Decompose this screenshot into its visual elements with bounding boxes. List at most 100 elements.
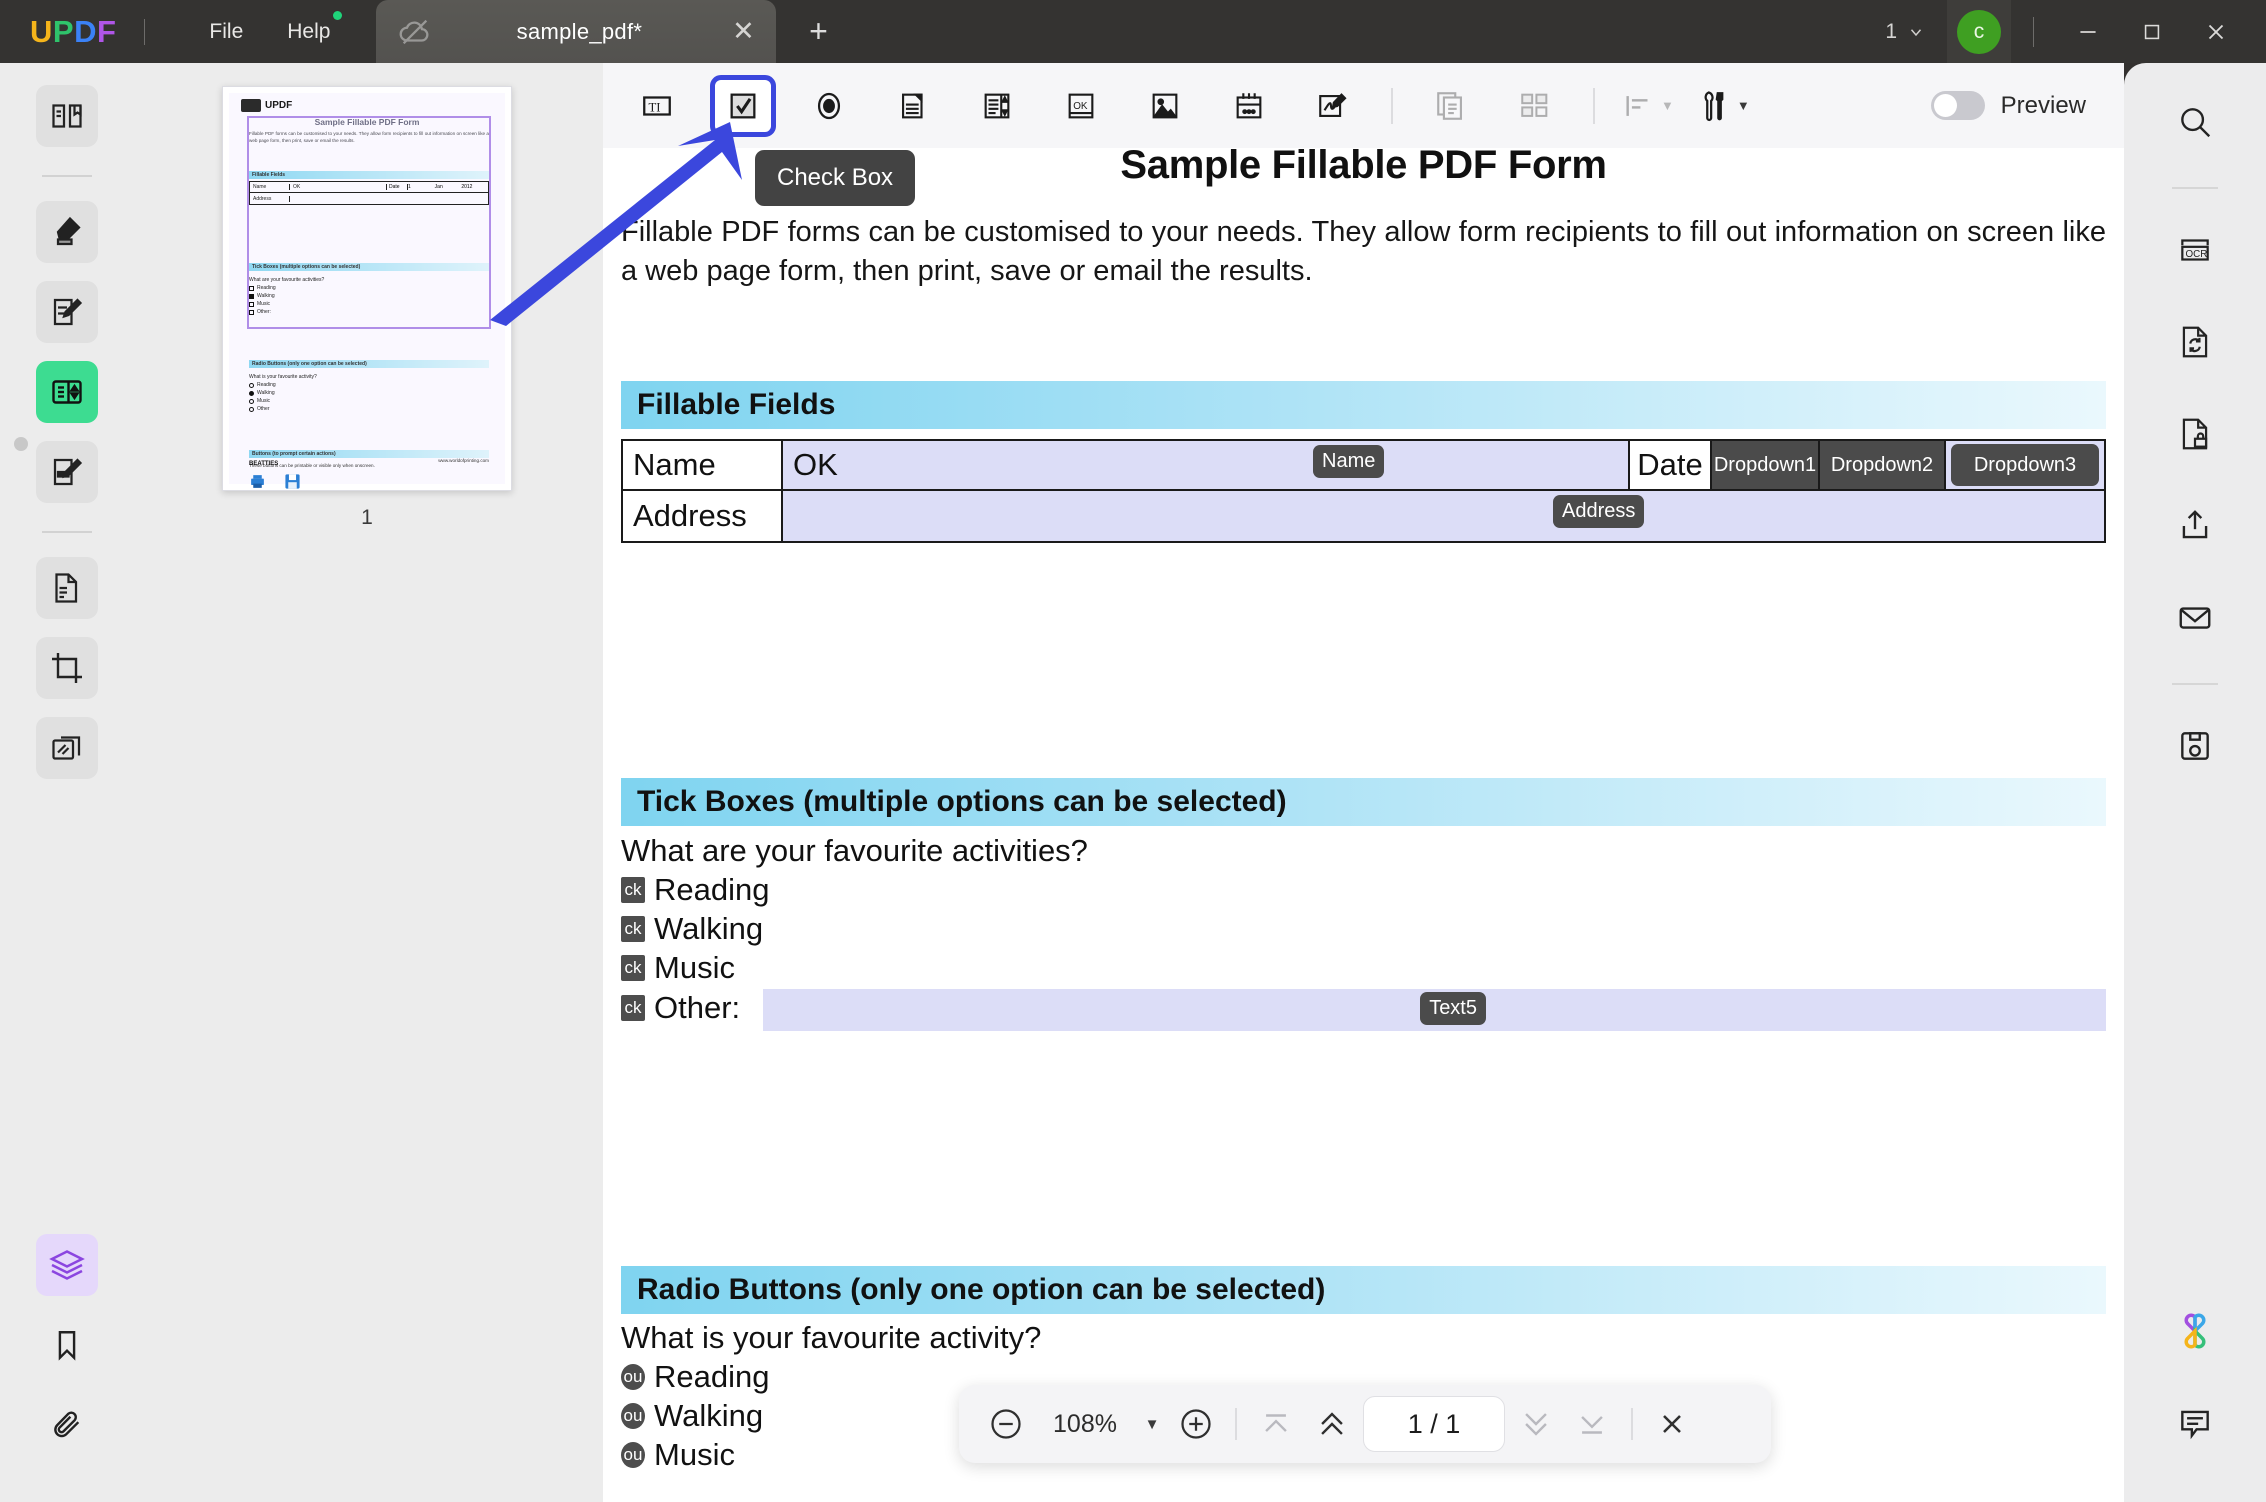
checkbox-field-walking[interactable]: ck [621,916,645,942]
document-tab[interactable]: sample_pdf* ✕ [376,0,776,63]
sidebar-item-edit-pdf[interactable] [36,281,98,343]
help-notification-dot [333,11,342,20]
window-count-dropdown[interactable]: 1 [1885,20,1925,44]
grid-layout-icon[interactable] [1504,79,1566,133]
section-band-radio-buttons: Radio Buttons (only one option can be se… [621,1266,2106,1314]
radio-field-music[interactable]: ou [621,1442,645,1468]
sidebar-item-organize-pages[interactable] [36,557,98,619]
dropdown2-field[interactable]: Jan Dropdown2 [1818,441,1944,489]
checkbox-field-other[interactable]: ck [621,995,645,1021]
thumbnail-doc-logo: UPDF [241,99,292,112]
menu-help-label: Help [287,20,330,43]
option-label: Walking [654,1398,763,1434]
close-window-icon[interactable] [2184,0,2248,63]
form-tools-icon[interactable]: ▼ [1696,79,1750,133]
tooltip-text: Check Box [777,164,893,191]
chevron-down-icon[interactable]: ▼ [1139,1416,1165,1433]
menu-file-label: File [209,20,243,43]
section-band-tick-boxes: Tick Boxes (multiple options can be sele… [621,778,2106,826]
plus-circle-icon[interactable] [1171,1399,1221,1449]
avatar-letter: c [1974,20,1985,44]
save-as-icon[interactable] [2164,715,2226,777]
account-button[interactable]: c [1947,0,2011,63]
thumbnail-radio-question: What is your favourite activity? [249,373,317,381]
sidebar-item-bookmark[interactable] [36,1314,98,1376]
checkbox-field-music[interactable]: ck [621,955,645,981]
thumbnail-selection-outline [247,116,491,329]
text-field-icon[interactable]: TI [626,79,688,133]
list-item: ck Music [621,950,735,986]
close-icon[interactable]: ✕ [726,18,760,45]
sidebar-item-reader-mode[interactable] [36,85,98,147]
close-icon[interactable] [1647,1399,1697,1449]
convert-pdf-icon[interactable] [2164,311,2226,373]
next-page-icon[interactable] [1511,1399,1561,1449]
radio-field-walking[interactable]: ou [621,1403,645,1429]
copy-pages-icon[interactable] [1420,79,1482,133]
checkbox-field-reading[interactable]: ck [621,877,645,903]
first-page-icon[interactable] [1251,1399,1301,1449]
share-icon[interactable] [2164,495,2226,557]
ai-assistant-icon[interactable] [2164,1300,2226,1362]
panel-resize-handle[interactable] [14,437,28,451]
image-field-icon[interactable] [1134,79,1196,133]
dropdown3-field[interactable]: 2012 Dropdown3 [1944,441,2104,489]
push-button-icon[interactable]: OK [1050,79,1112,133]
preview-toggle[interactable] [1931,91,1985,120]
protect-pdf-icon[interactable] [2164,403,2226,465]
dropdown-icon[interactable] [882,79,944,133]
align-icon[interactable]: ▼ [1622,79,1674,133]
prev-page-icon[interactable] [1307,1399,1357,1449]
sidebar-item-fill-sign[interactable] [36,441,98,503]
window-count-label: 1 [1885,20,1897,44]
sidebar-item-attachment[interactable] [36,1394,98,1456]
dropdown1-field[interactable]: 1 Dropdown1 [1710,441,1818,489]
ocr-icon[interactable]: OCR [2164,219,2226,281]
page-indicator[interactable]: 1 / 1 [1363,1396,1505,1452]
plus-icon[interactable]: + [800,13,836,50]
radio-field-reading[interactable]: ou [621,1364,645,1390]
radio-icon [249,407,254,412]
check-box-icon[interactable] [710,75,776,137]
titlebar-divider [144,19,145,45]
rail-divider-2 [42,531,92,533]
list-box-icon[interactable] [966,79,1028,133]
list-item: Other [249,405,317,413]
section-band-fillable-fields: Fillable Fields [621,381,2106,429]
sidebar-item-compare-files[interactable] [36,717,98,779]
thumbnail-option-label: Reading [257,381,276,389]
search-icon[interactable] [2164,91,2226,153]
sidebar-item-layers[interactable] [36,1234,98,1296]
thumbnail-footer-url-text: www.worldofprinting.com [438,458,489,463]
other-text-field[interactable]: Text5 [763,989,2106,1031]
minus-circle-icon[interactable] [981,1399,1031,1449]
name-field[interactable]: OK Name [783,441,1628,489]
radio-icon [249,383,254,388]
sidebar-item-form-fields[interactable] [36,361,98,423]
list-item: ou Walking [621,1398,763,1434]
preview-toggle-group[interactable]: Preview [1931,91,2124,120]
minimize-icon[interactable] [2056,0,2120,63]
document-canvas[interactable]: Sample Fillable PDF Form Fillable PDF fo… [603,148,2124,1502]
thumbnail-save-button: Save [284,473,301,491]
email-icon[interactable] [2164,587,2226,649]
svg-text:OCR: OCR [2186,249,2208,260]
zoom-level[interactable]: 108% [1037,1410,1133,1439]
sidebar-item-crop-page[interactable] [36,637,98,699]
thumbnail-print-button: Print [249,473,266,491]
page-thumbnail-1[interactable]: UPDF Sample Fillable PDF Form Fillable P… [222,86,512,491]
radio-button-icon[interactable] [798,79,860,133]
option-label: Walking [654,911,763,947]
sidebar-item-highlighter[interactable] [36,201,98,263]
document-intro-paragraph: Fillable PDF forms can be customised to … [621,213,2106,291]
comment-icon[interactable] [2164,1392,2226,1454]
field-pin-dropdown2: Dropdown2 [1820,441,1944,489]
menu-help[interactable]: Help [265,20,352,44]
date-field-icon[interactable] [1218,79,1280,133]
menu-file[interactable]: File [187,20,265,44]
last-page-icon[interactable] [1567,1399,1617,1449]
address-field[interactable]: Address [783,491,2104,541]
digital-signature-icon[interactable] [1302,79,1364,133]
maximize-icon[interactable] [2120,0,2184,63]
thumbnail-action-buttons: Print Save [249,473,301,491]
